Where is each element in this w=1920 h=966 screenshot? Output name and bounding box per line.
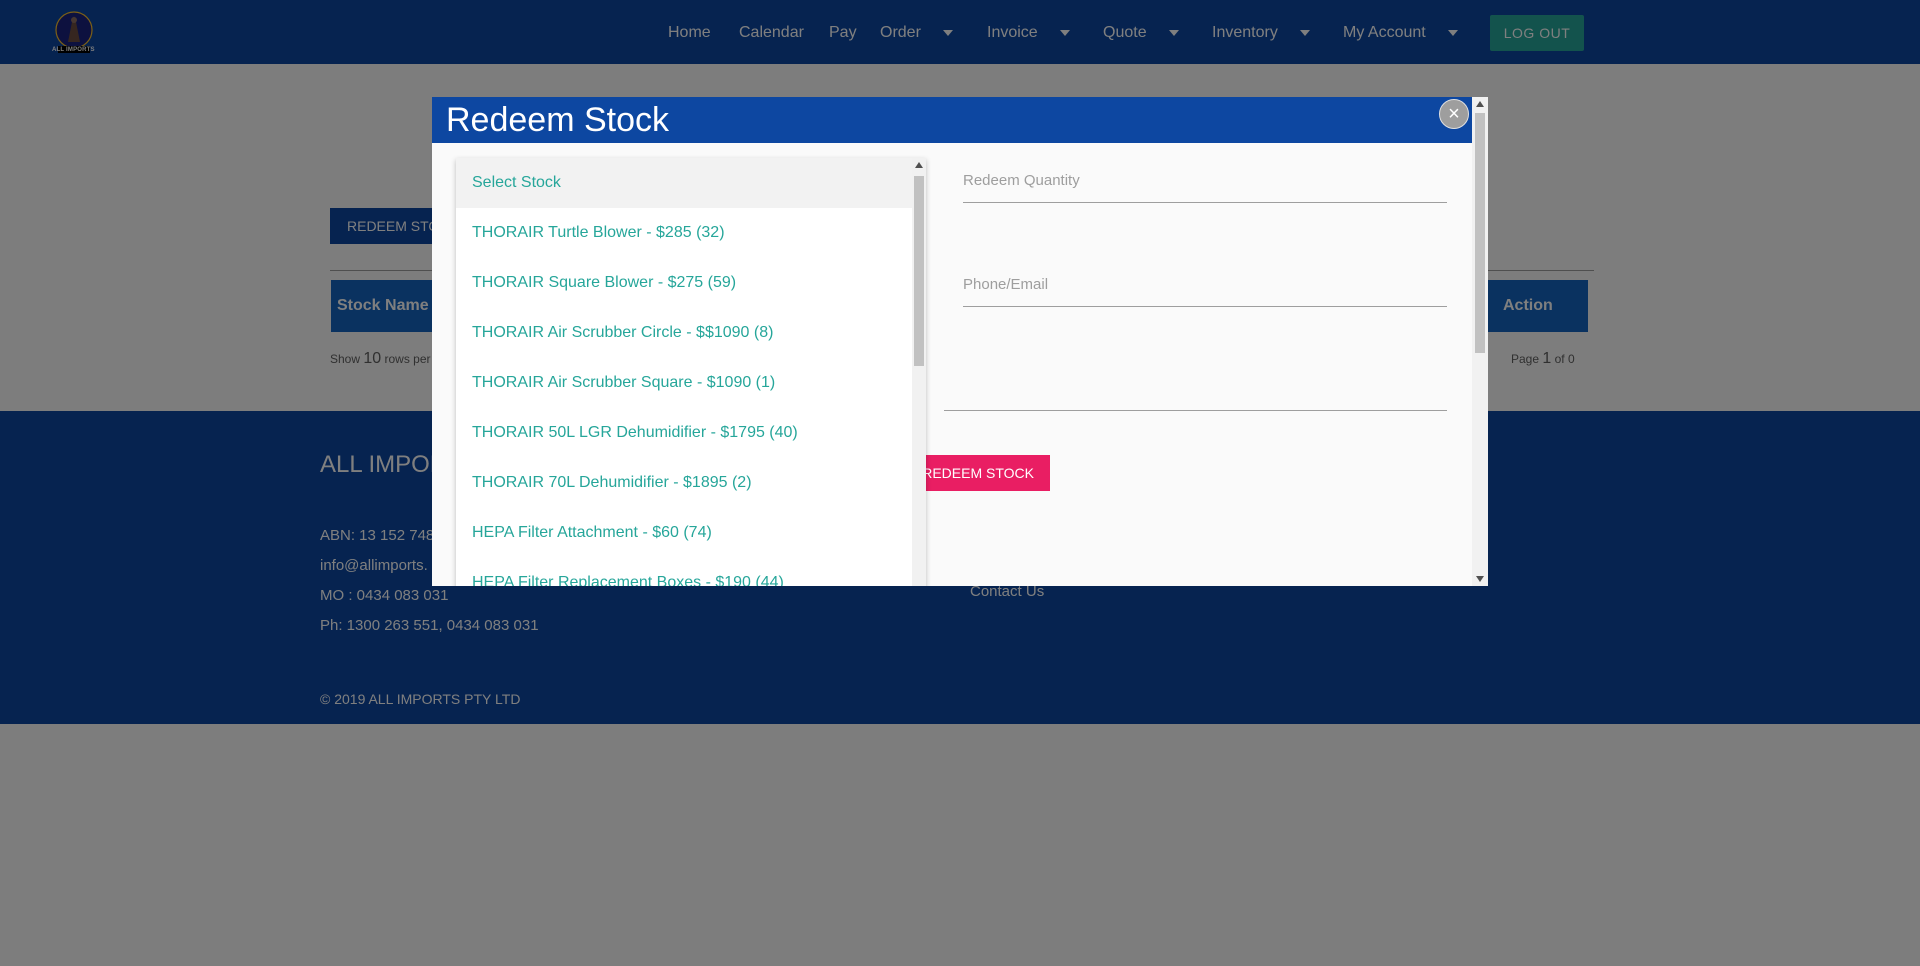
redeem-stock-modal: Redeem Stock × Redeem Quantity Phone/Ema… [432, 97, 1488, 586]
close-icon[interactable]: × [1439, 99, 1469, 129]
phone-email-input[interactable]: Phone/Email [963, 276, 1048, 293]
stock-option[interactable]: HEPA Filter Replacement Boxes - $190 (44… [456, 558, 920, 586]
stock-option[interactable]: THORAIR Air Scrubber Square - $1090 (1) [456, 358, 920, 408]
stock-option[interactable]: THORAIR Air Scrubber Circle - $$1090 (8) [456, 308, 920, 358]
message-field-underline[interactable] [944, 410, 1447, 411]
scroll-down-arrow-icon[interactable] [1476, 576, 1484, 582]
modal-scrollbar[interactable] [1472, 97, 1488, 586]
modal-scrollbar-thumb[interactable] [1475, 113, 1485, 353]
modal-header: Redeem Stock × [432, 97, 1472, 143]
scroll-up-arrow-icon[interactable] [1476, 101, 1484, 107]
dropdown-scrollbar-thumb[interactable] [914, 176, 924, 366]
stock-option[interactable]: Select Stock [456, 158, 920, 208]
stock-option[interactable]: HEPA Filter Attachment - $60 (74) [456, 508, 920, 558]
stock-option[interactable]: THORAIR Square Blower - $275 (59) [456, 258, 920, 308]
stock-option[interactable]: THORAIR 50L LGR Dehumidifier - $1795 (40… [456, 408, 920, 458]
modal-title: Redeem Stock [446, 101, 669, 139]
submit-redeem-stock-button[interactable]: REDEEM STOCK [922, 455, 1050, 491]
stock-option[interactable]: THORAIR Turtle Blower - $285 (32) [456, 208, 920, 258]
stock-option[interactable]: THORAIR 70L Dehumidifier - $1895 (2) [456, 458, 920, 508]
select-stock-dropdown[interactable]: Select Stock THORAIR Turtle Blower - $28… [456, 158, 926, 586]
dropdown-scroll-up-arrow-icon[interactable] [915, 162, 923, 168]
redeem-quantity-input[interactable]: Redeem Quantity [963, 172, 1080, 189]
dropdown-scrollbar[interactable] [912, 158, 926, 586]
phone-email-underline [963, 306, 1447, 307]
redeem-quantity-underline [963, 202, 1447, 203]
